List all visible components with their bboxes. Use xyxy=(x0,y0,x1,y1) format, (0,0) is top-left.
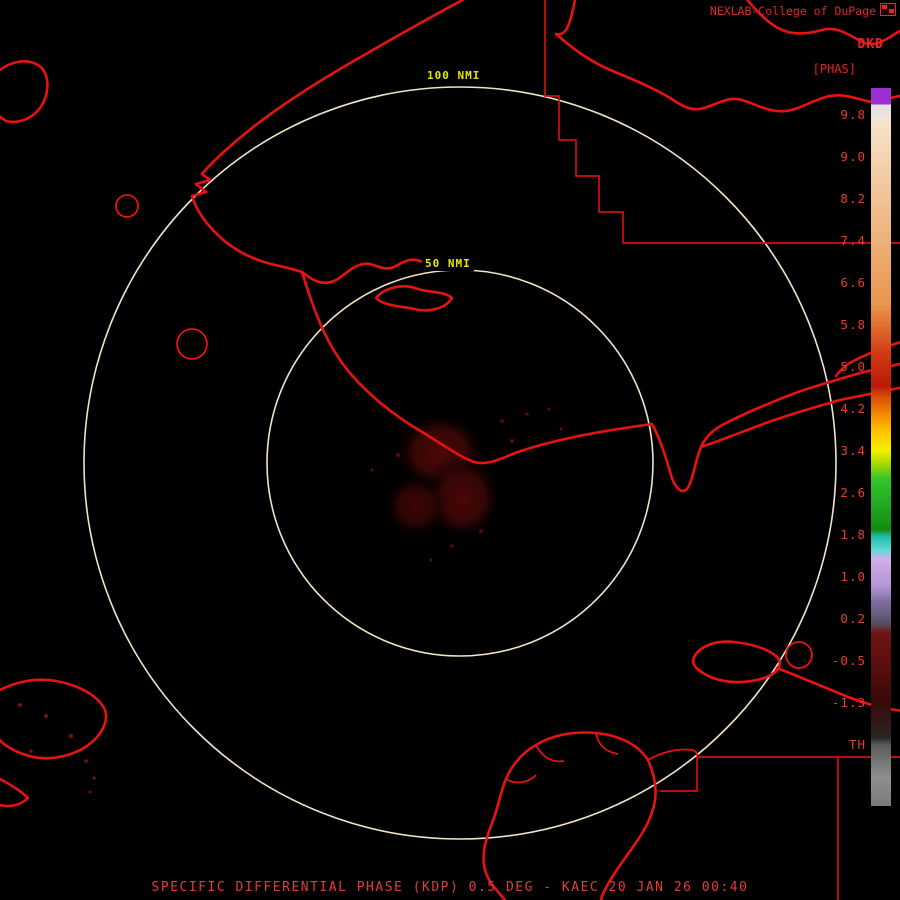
map-outlines xyxy=(0,0,900,900)
colorbar-tick: 5.0 xyxy=(840,359,866,374)
product-caption: SPECIFIC DIFFERENTIAL PHASE (KDP) 0.5 DE… xyxy=(151,880,749,895)
colorbar-tick: 4.2 xyxy=(840,401,866,416)
ring-label-100nmi: 100 NMI xyxy=(424,68,484,83)
colorbar-tick: 9.0 xyxy=(840,149,866,164)
colorbar-tick: 6.6 xyxy=(840,275,866,290)
ring-label-50nmi: 50 NMI xyxy=(422,256,474,271)
brand-icon xyxy=(880,3,896,16)
colorbar-tick: 1.8 xyxy=(840,527,866,542)
radar-echoes xyxy=(370,407,563,562)
colorbar-ticks: 9.8 9.0 8.2 7.4 6.6 5.8 5.0 4.2 3.4 2.6 1.8 1.0 0.2 -… xyxy=(820,0,866,900)
colorbar-tick: 9.8 xyxy=(840,107,866,122)
colorbar-tick: 8.2 xyxy=(840,191,866,206)
colorbar-tick: -0.5 xyxy=(831,653,866,668)
colorbar-tick: TH xyxy=(848,737,866,752)
radar-display: 100 NMI 50 NMI NEXLAB-College of DuPage … xyxy=(0,0,900,900)
colorbar-tick: 3.4 xyxy=(840,443,866,458)
colorbar-tick: 1.0 xyxy=(840,569,866,584)
colorbar-tick: 5.8 xyxy=(840,317,866,332)
colorbar-tick: 7.4 xyxy=(840,233,866,248)
colorbar-tick: 0.2 xyxy=(840,611,866,626)
colorbar-tick: 2.6 xyxy=(840,485,866,500)
colorbar-tick: -1.3 xyxy=(831,695,866,710)
colorbar-gradient xyxy=(871,88,891,806)
radar-map-canvas xyxy=(0,0,900,900)
